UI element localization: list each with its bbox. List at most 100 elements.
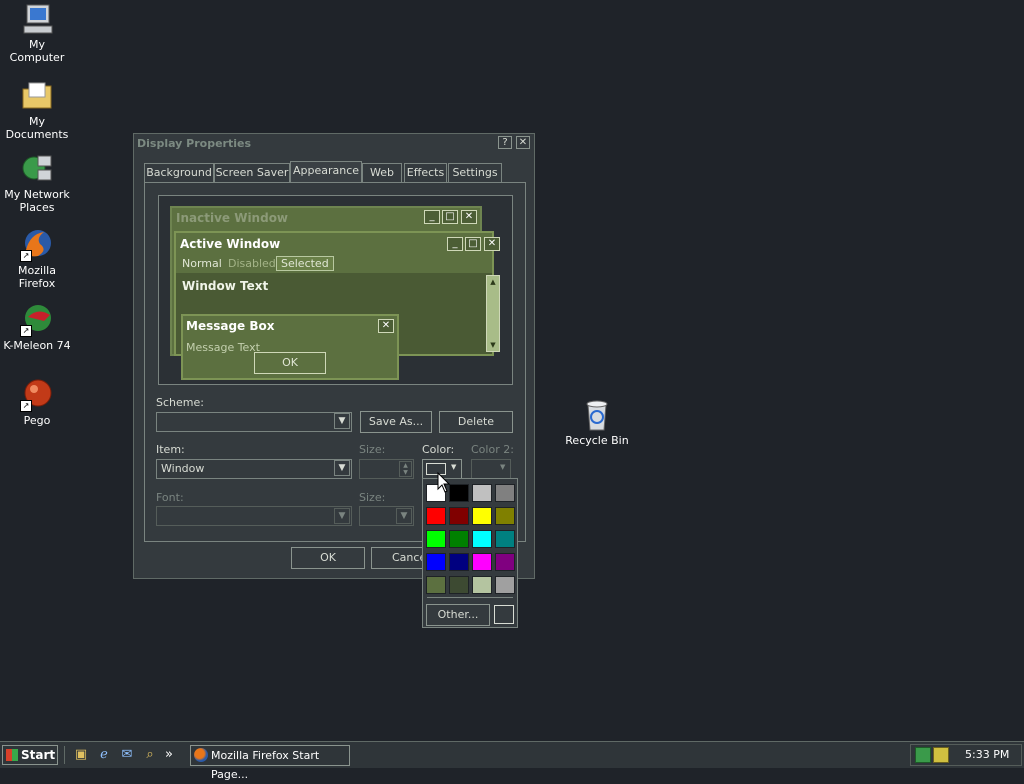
color-swatch[interactable]: [426, 576, 446, 594]
color-swatch[interactable]: [472, 507, 492, 525]
color-swatch[interactable]: [495, 530, 515, 548]
font-dropdown: ▼: [156, 506, 352, 526]
search-icon[interactable]: ⌕: [141, 746, 159, 764]
color-swatch[interactable]: [472, 576, 492, 594]
close-icon: ✕: [484, 237, 500, 251]
tab-screen-saver[interactable]: Screen Saver: [214, 163, 290, 182]
other-colors-button[interactable]: Other...: [426, 604, 490, 626]
scroll-down-icon: ▼: [490, 341, 496, 349]
tab-effects[interactable]: Effects: [404, 163, 447, 182]
help-button[interactable]: ?: [498, 136, 512, 149]
color-swatch[interactable]: [495, 553, 515, 571]
tab-web[interactable]: Web: [362, 163, 402, 182]
minimize-icon: _: [447, 237, 463, 251]
size-spinner: ▲ ▼: [359, 459, 414, 479]
chevron-down-icon: ▼: [334, 508, 350, 524]
color-swatch[interactable]: [449, 484, 469, 502]
chevron-more-icon[interactable]: »: [163, 746, 175, 764]
network-places-icon: [20, 152, 54, 186]
kmeleon-icon: ↗: [20, 303, 54, 337]
size-label: Size:: [359, 443, 386, 456]
volume-tray-icon[interactable]: [933, 747, 949, 763]
color-swatch[interactable]: [495, 576, 515, 594]
color-swatch[interactable]: [426, 530, 446, 548]
task-firefox[interactable]: Mozilla Firefox Start Page...: [190, 745, 350, 781]
preview-scrollbar: ▲ ▼: [486, 275, 500, 352]
scheme-preview: Inactive Window _ □ ✕ Active Window _ □ …: [158, 195, 513, 385]
close-icon: ✕: [378, 319, 394, 333]
color-swatch[interactable]: [449, 507, 469, 525]
color-swatch[interactable]: [449, 530, 469, 548]
desktop-icon-my-documents[interactable]: My Documents: [0, 79, 74, 141]
desktop-icon-kmeleon[interactable]: ↗ K-Meleon 74: [0, 303, 74, 352]
color-swatch[interactable]: [472, 553, 492, 571]
desktop-icon-recycle-bin[interactable]: Recycle Bin: [560, 398, 634, 447]
chevron-down-icon: ▼: [396, 508, 412, 524]
system-tray: 5:33 PM: [910, 744, 1022, 766]
ok-button[interactable]: OK: [291, 547, 365, 569]
mouse-cursor-icon: [437, 472, 451, 493]
windows-logo-icon: [6, 749, 18, 761]
preview-ok-button: OK: [254, 352, 326, 374]
shortcut-arrow-icon: ↗: [20, 325, 32, 337]
my-documents-icon: [20, 79, 54, 113]
tab-settings[interactable]: Settings: [448, 163, 502, 182]
chevron-down-icon: ▼: [451, 463, 457, 471]
scheme-label: Scheme:: [156, 396, 204, 409]
shortcut-arrow-icon: ↗: [20, 400, 32, 412]
desktop-icon-pego[interactable]: ↗ Pego: [0, 378, 74, 427]
preview-message-box: Message Box ✕ Message Text OK: [181, 314, 399, 380]
delete-button[interactable]: Delete: [439, 411, 513, 433]
font-label: Font:: [156, 491, 184, 504]
color-swatch[interactable]: [449, 576, 469, 594]
color-palette-popup: Other...: [422, 478, 518, 628]
my-computer-icon: [20, 2, 54, 36]
desktop-icon-my-computer[interactable]: My Computer: [0, 2, 74, 64]
preview-menu-bar: Normal Disabled Selected: [176, 255, 492, 273]
ie-icon[interactable]: ℯ: [95, 746, 113, 764]
desktop-icon-network-places[interactable]: My Network Places: [0, 152, 74, 214]
close-icon: ✕: [461, 210, 477, 224]
color-swatch[interactable]: [472, 484, 492, 502]
desktop-icon-firefox[interactable]: ↗ Mozilla Firefox: [0, 228, 74, 290]
font-size-label: Size:: [359, 491, 386, 504]
show-desktop-icon[interactable]: ▣: [72, 746, 90, 764]
outlook-icon[interactable]: ✉: [118, 746, 136, 764]
item-dropdown[interactable]: Window: [156, 459, 352, 479]
current-color-swatch: [494, 605, 514, 624]
taskbar: Start ▣ ℯ ✉ ⌕ » Mozilla Firefox Start Pa…: [0, 741, 1024, 781]
palette-divider: [427, 597, 513, 598]
scheme-dropdown[interactable]: [156, 412, 352, 432]
firefox-icon: ↗: [20, 228, 54, 262]
color2-label: Color 2:: [471, 443, 514, 456]
chevron-down-icon[interactable]: ▼: [334, 460, 350, 476]
minimize-icon: _: [424, 210, 440, 224]
font-size-dropdown: ▼: [359, 506, 414, 526]
color-swatch[interactable]: [449, 553, 469, 571]
maximize-icon: □: [442, 210, 458, 224]
item-label: Item:: [156, 443, 185, 456]
tab-appearance[interactable]: Appearance: [290, 161, 362, 183]
shortcut-arrow-icon: ↗: [20, 250, 32, 262]
network-tray-icon[interactable]: [915, 747, 931, 763]
spinner-arrows-icon: ▲ ▼: [399, 461, 412, 477]
start-button[interactable]: Start: [2, 745, 58, 765]
recycle-bin-icon: [580, 398, 614, 432]
clock[interactable]: 5:33 PM: [965, 748, 1009, 761]
chevron-down-icon[interactable]: ▼: [334, 413, 350, 429]
save-as-button[interactable]: Save As...: [360, 411, 432, 433]
firefox-icon: [194, 748, 208, 762]
color-swatch[interactable]: [426, 507, 446, 525]
color-swatch[interactable]: [426, 553, 446, 571]
close-button[interactable]: ✕: [516, 136, 530, 149]
tab-background[interactable]: Background: [144, 163, 214, 182]
maximize-icon: □: [465, 237, 481, 251]
color2-picker-button: ▼: [471, 459, 511, 479]
chevron-down-icon: ▼: [500, 463, 506, 471]
color-swatch[interactable]: [495, 484, 515, 502]
color-swatch[interactable]: [495, 507, 515, 525]
pego-icon: ↗: [20, 378, 54, 412]
scroll-up-icon: ▲: [490, 278, 496, 286]
dialog-title: Display Properties: [137, 137, 252, 150]
color-swatch[interactable]: [472, 530, 492, 548]
